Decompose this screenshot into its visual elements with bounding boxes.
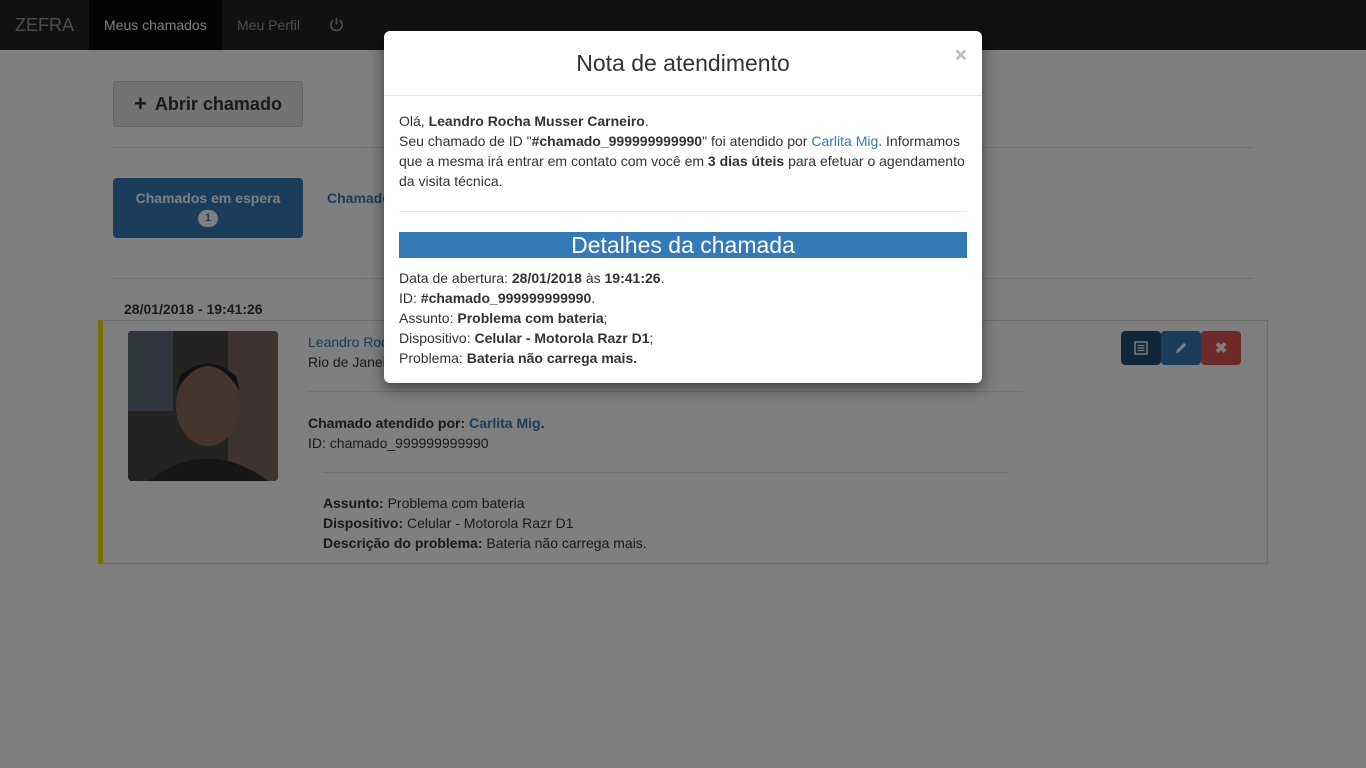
divider (399, 211, 967, 212)
id-label: ID: (399, 290, 417, 306)
close-icon[interactable]: × (955, 44, 967, 68)
subject-line: Assunto: Problema com bateria; (399, 310, 608, 326)
modal-header: Nota de atendimento × (384, 31, 982, 96)
problem-line: Problema: Bateria não carrega mais. (399, 348, 967, 368)
id-line: ID: #chamado_999999999990. (399, 290, 596, 306)
message-part: Seu chamado de ID " (399, 133, 532, 149)
device-line: Dispositivo: Celular - Motorola Razr D1; (399, 330, 654, 346)
opened-date-line: Data de abertura: 28/01/2018 às 19:41:26… (399, 270, 665, 286)
device-label: Dispositivo: (399, 330, 471, 346)
subject-value: Problema com bateria (457, 310, 604, 326)
opened-at: às (585, 270, 601, 286)
service-note-modal: Nota de atendimento × Olá, Leandro Rocha… (384, 31, 982, 383)
details-title: Detalhes da chamada (399, 232, 967, 258)
details-list: Data de abertura: 28/01/2018 às 19:41:26… (399, 268, 967, 368)
agent-link[interactable]: Carlita Mig (811, 133, 878, 149)
opened-date: 28/01/2018 (511, 270, 582, 286)
message-part: " foi atendido por (702, 133, 812, 149)
opened-time: 19:41:26 (604, 270, 661, 286)
subject-label: Assunto: (399, 310, 454, 326)
ticket-id: #chamado_999999999990 (531, 133, 703, 149)
id-value: #chamado_999999999990 (420, 290, 592, 306)
days-count: 3 dias úteis (707, 153, 785, 169)
device-value: Celular - Motorola Razr D1 (474, 330, 650, 346)
modal-title: Nota de atendimento (576, 50, 790, 76)
opened-label: Data de abertura: (399, 270, 508, 286)
modal-message: Olá, Leandro Rocha Musser Carneiro. Seu … (399, 113, 965, 189)
user-name: Leandro Rocha Musser Carneiro (428, 113, 645, 129)
problem-value: Bateria não carrega mais. (466, 350, 638, 366)
greeting: Olá, (399, 113, 425, 129)
problem-label: Problema: (399, 350, 463, 366)
